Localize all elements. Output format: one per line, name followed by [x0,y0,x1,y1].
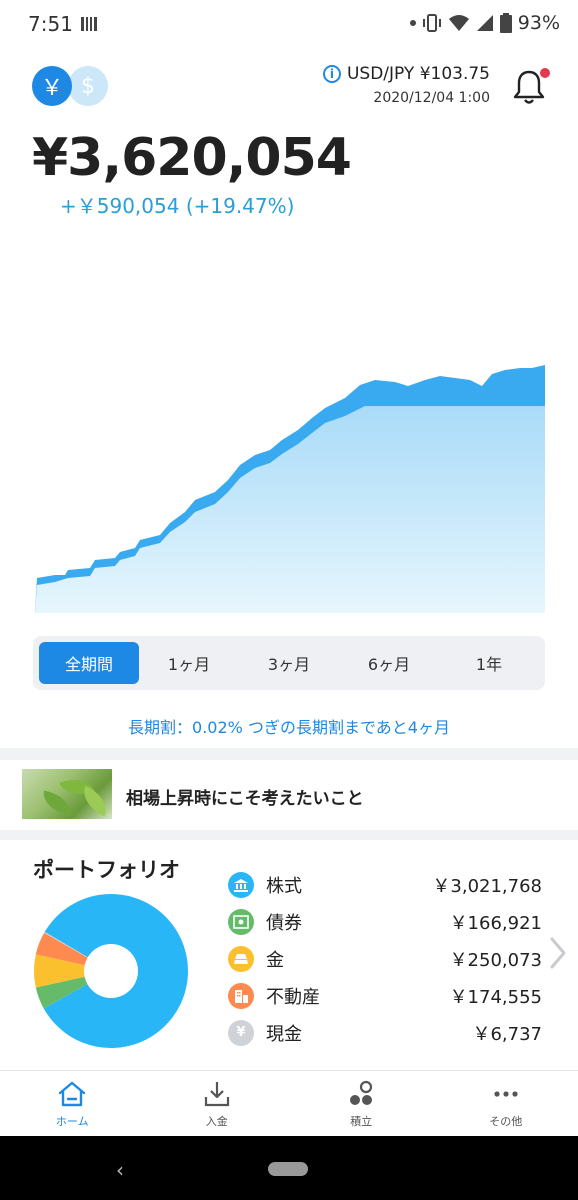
article-banner[interactable]: 相場上昇時にこそ考えたいこと [0,760,578,830]
unread-badge [540,68,550,78]
section-divider [0,748,578,760]
portfolio-title: ポートフォリオ [33,858,180,882]
info-icon: i [322,65,341,83]
asset-row-real-estate: 不動産 ￥174,555 [228,977,542,1014]
asset-value: ￥166,921 [449,912,542,934]
home-icon [59,1081,86,1106]
total-gain: +￥590,054 (+19.47%) [60,194,295,218]
nav-label: 積立 [350,1114,373,1128]
period-tabs: 全期間 1ヶ月 3ヶ月 6ヶ月 1年 [33,636,545,690]
asset-name: 不動産 [266,986,320,1008]
vibrate-icon [422,14,441,32]
battery-percent: 93% [517,12,560,34]
battery-icon [499,13,512,33]
chevron-right-icon[interactable] [548,935,568,971]
nav-deposit[interactable]: 入金 [145,1071,290,1136]
gold-bars-icon [228,945,254,972]
fx-rate-label: USD/JPY ¥103.75 [346,64,490,84]
yen-toggle-button[interactable]: ￥ [32,66,72,106]
notification-icon [81,17,97,31]
portfolio-donut-chart [34,894,189,1048]
deposit-icon [204,1081,229,1106]
system-navigation-bar: ‹ [0,1136,578,1200]
asset-value: ￥250,073 [449,949,542,971]
more-icon [494,1090,518,1097]
dollar-icon: $ [81,73,95,99]
asset-name: 現金 [266,1023,302,1045]
asset-row-bonds: 債券 ￥166,921 [228,903,542,940]
asset-row-gold: 金 ￥250,073 [228,940,542,977]
nav-label: その他 [489,1114,523,1128]
portfolio-section[interactable]: ポートフォリオ 株式 ￥3,021,768 債券 ￥166,921 金 ￥250… [0,840,578,1060]
back-icon[interactable]: ‹ [116,1158,124,1182]
wifi-icon [448,15,469,31]
fx-datetime: 2020/12/04 1:00 [373,90,490,106]
signal-icon [476,15,493,31]
dot-icon [409,20,416,26]
cash-icon: ¥ [228,1019,254,1046]
asset-row-cash: ¥ 現金 ￥6,737 [228,1014,542,1051]
asset-value: ￥174,555 [449,986,542,1008]
tab-all-period[interactable]: 全期間 [39,642,139,684]
usd-toggle-button[interactable]: $ [68,66,108,106]
asset-name: 株式 [266,875,302,897]
asset-value: ￥3,021,768 [432,875,542,897]
notification-bell-button[interactable] [512,68,550,106]
asset-row-stocks: 株式 ￥3,021,768 [228,866,542,903]
nav-home[interactable]: ホーム [0,1071,145,1136]
long-term-discount-link[interactable]: 長期割：0.02% つぎの長期割まであと4ヶ月 [0,714,578,738]
asset-value: ￥6,737 [472,1023,542,1045]
tab-6-months[interactable]: 6ヶ月 [339,642,439,684]
article-title: 相場上昇時にこそ考えたいこと [126,789,364,809]
accumulate-icon [350,1080,373,1105]
exchange-rate[interactable]: i USD/JPY ¥103.75 2020/12/04 1:00 [322,64,490,106]
asset-header: $ ￥ i USD/JPY ¥103.75 2020/12/04 1:00 ¥3… [0,50,578,240]
nav-more[interactable]: その他 [434,1071,578,1136]
asset-name: 金 [266,949,284,971]
home-pill-button[interactable] [268,1162,308,1176]
status-icons: 93% [409,12,560,34]
asset-list: 株式 ￥3,021,768 債券 ￥166,921 金 ￥250,073 不動産… [228,866,542,1051]
bank-icon [228,871,254,898]
leaf-icon [40,790,74,816]
building-icon [228,982,254,1009]
tab-1-year[interactable]: 1年 [439,642,539,684]
tab-3-months[interactable]: 3ヶ月 [239,642,339,684]
asset-history-chart[interactable] [0,240,578,620]
status-bar: 7:51 93% [0,0,578,50]
nav-accumulate[interactable]: 積立 [289,1071,434,1136]
status-time: 7:51 [28,12,73,36]
article-thumbnail [22,769,112,819]
nav-label: 入金 [205,1114,228,1128]
bond-certificate-icon [228,908,254,935]
bottom-navigation: ホーム 入金 積立 その他 [0,1070,578,1136]
asset-name: 債券 [266,912,302,934]
total-assets: ¥3,620,054 [32,128,352,188]
section-divider [0,830,578,840]
tab-1-month[interactable]: 1ヶ月 [139,642,239,684]
yen-icon: ￥ [40,76,63,101]
nav-label: ホーム [55,1114,89,1128]
